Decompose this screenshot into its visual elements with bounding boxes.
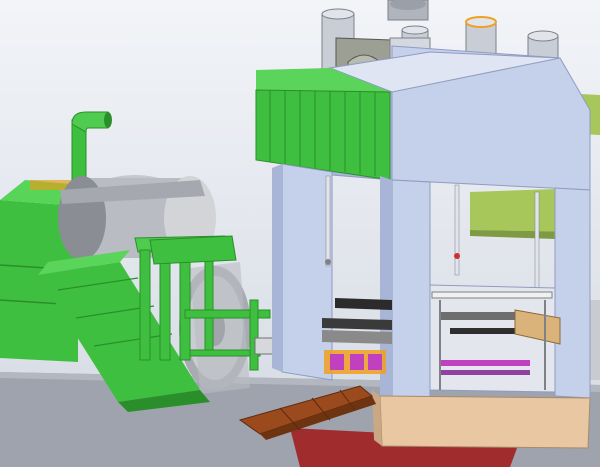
hydraulic-tank-green — [255, 68, 391, 181]
cad-3d-viewport[interactable] — [0, 0, 600, 467]
machine-assembly-model[interactable] — [0, 0, 600, 467]
press-column-left — [272, 163, 333, 381]
die-area — [429, 284, 561, 393]
press-base — [372, 390, 591, 449]
